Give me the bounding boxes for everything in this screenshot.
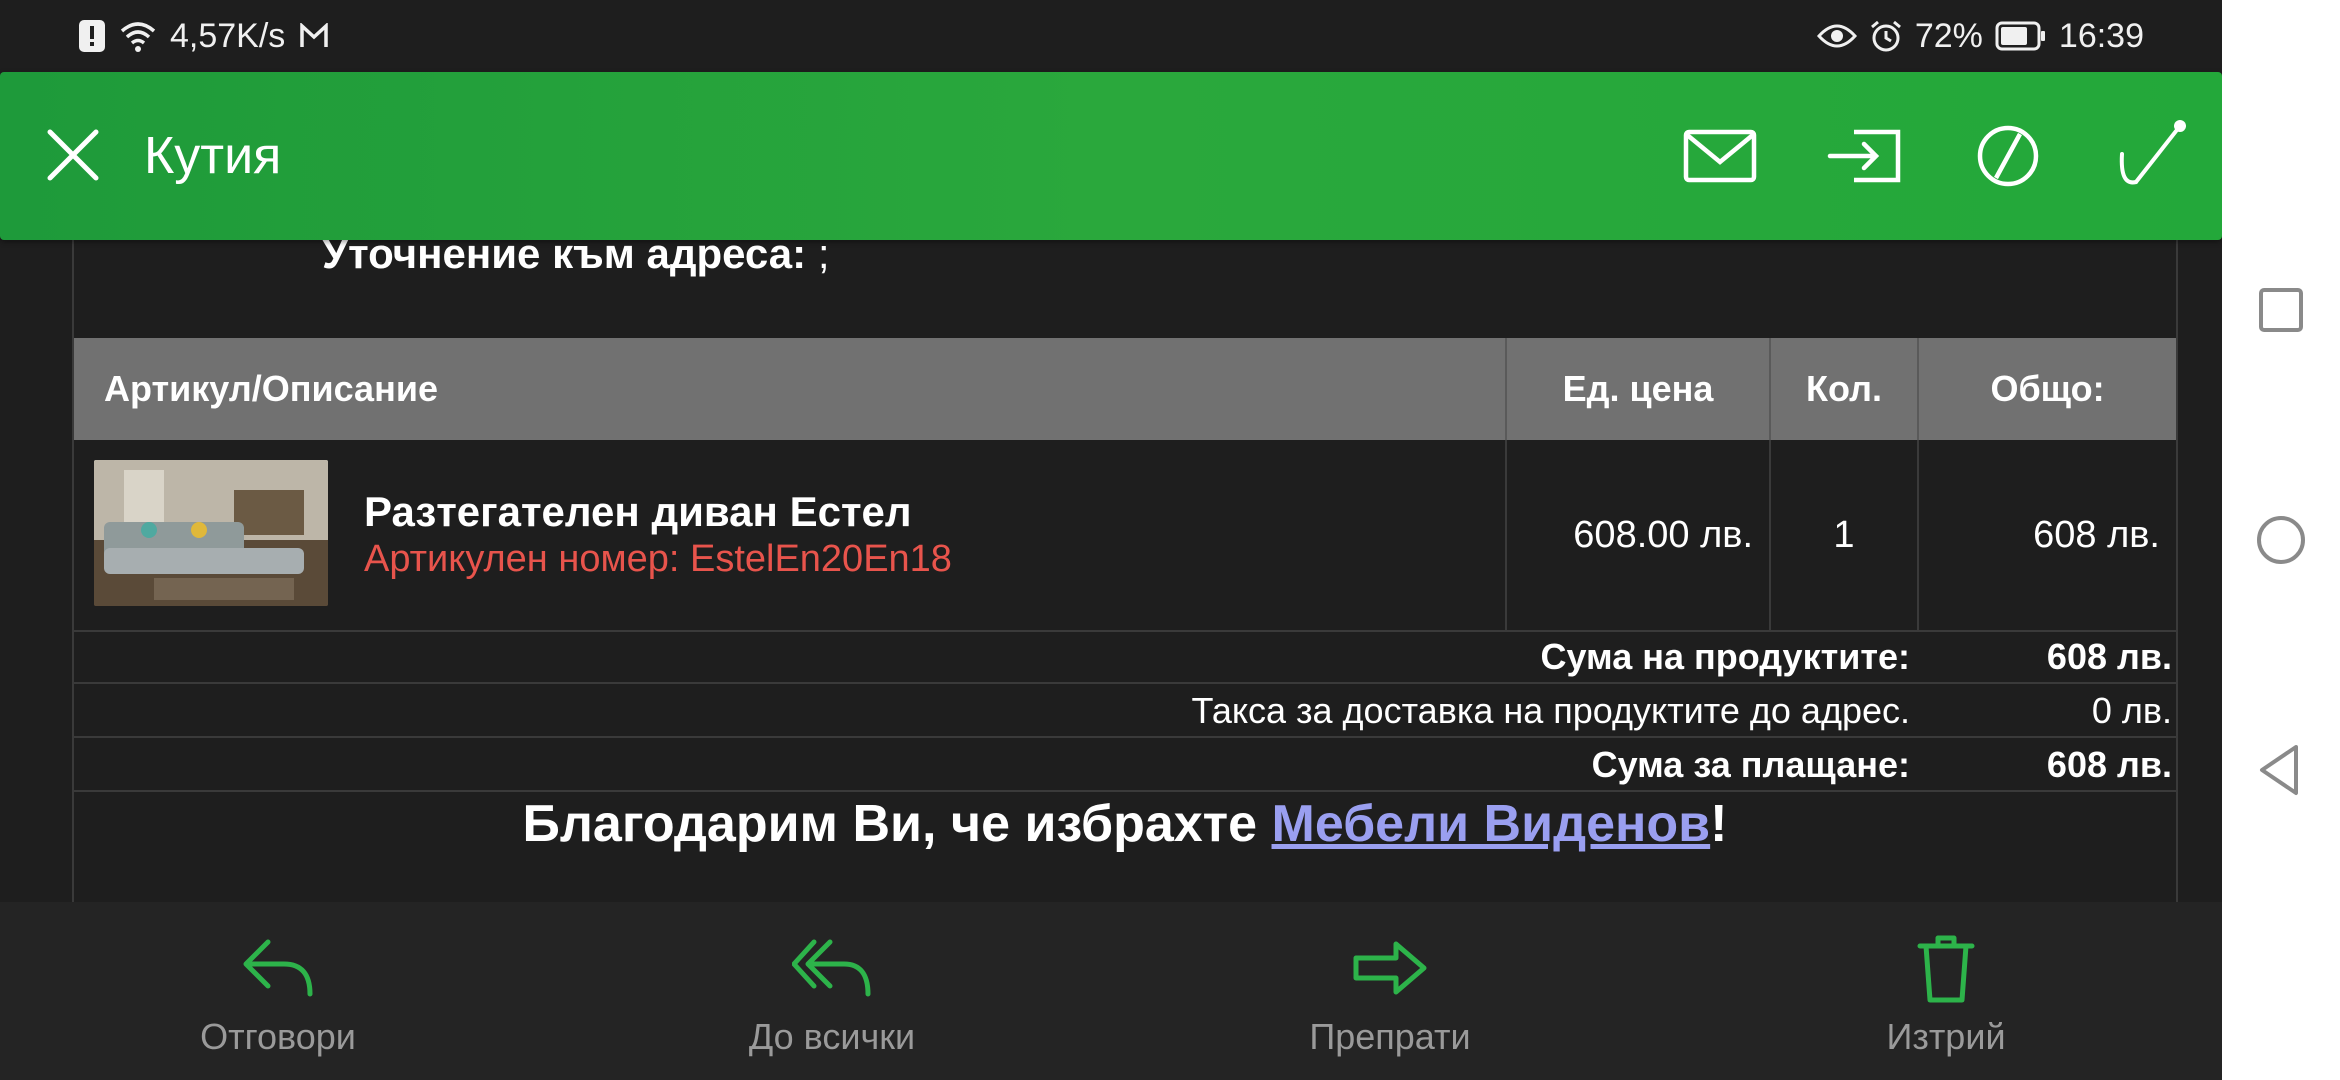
column-header-description: Артикул/Описание	[74, 338, 1507, 440]
forward-icon	[1353, 941, 1427, 995]
product-total: 608 лв.	[1918, 440, 2176, 632]
product-quantity: 1	[1770, 440, 1919, 632]
product-name: Разтегателен диван Естел	[364, 488, 912, 535]
battery-percent: 72%	[1914, 16, 1983, 55]
battery-icon	[1995, 21, 2047, 51]
products-sum-label: Сума на продуктите:	[1540, 636, 1910, 677]
column-header-total: Общо:	[1918, 338, 2176, 440]
wifi-icon	[120, 19, 156, 53]
products-sum-row: Сума на продуктите: 608 лв.	[74, 630, 2176, 684]
order-email-box: Уточнение към адреса: ; Артикул/Описание…	[72, 240, 2178, 902]
reply-all-icon	[792, 939, 871, 997]
column-header-unit-price: Ед. цена	[1506, 338, 1771, 440]
recent-apps-icon[interactable]	[2246, 275, 2316, 345]
delete-button[interactable]: Изтрий	[1816, 932, 2076, 1072]
address-note: Уточнение към адреса: ;	[322, 240, 830, 278]
status-bar: 4,57K/s 72% 16:39	[0, 0, 2222, 72]
table-row: Разтегателен диван Естел Артикулен номер…	[74, 440, 2176, 632]
product-sku: Артикулен номер: EstelEn20En18	[364, 538, 952, 580]
address-note-value: ;	[806, 240, 830, 277]
total-payment-value: 608 лв.	[2046, 744, 2172, 785]
trash-icon	[1917, 935, 1975, 1003]
flag-icon[interactable]	[2110, 116, 2190, 196]
move-icon[interactable]	[1826, 116, 1906, 196]
delivery-fee-value: 0 лв.	[2091, 690, 2172, 731]
spam-icon[interactable]	[1968, 116, 2048, 196]
reply-button[interactable]: Отговори	[148, 932, 408, 1072]
reply-all-button[interactable]: До всички	[702, 932, 962, 1072]
thanks-text: Благодарим Ви, че избрахте	[522, 795, 1272, 853]
products-sum-value: 608 лв.	[2046, 636, 2172, 677]
reply-all-label: До всички	[748, 1016, 916, 1057]
thank-you-message: Благодарим Ви, че избрахте Мебели Видено…	[74, 794, 2176, 854]
selection-toolbar: Кутия	[0, 72, 2222, 240]
clock-time: 16:39	[2058, 16, 2144, 55]
reply-icon	[243, 939, 313, 997]
delivery-fee-row: Такса за доставка на продуктите до адрес…	[74, 684, 2176, 738]
email-body[interactable]: Уточнение към адреса: ; Артикул/Описание…	[0, 240, 2222, 902]
mark-unread-icon[interactable]	[1680, 116, 1760, 196]
total-payment-row: Сума за плащане: 608 лв.	[74, 738, 2176, 792]
forward-button[interactable]: Препрати	[1260, 932, 1520, 1072]
close-icon[interactable]	[40, 122, 106, 188]
table-header-row: Артикул/Описание Ед. цена Кол. Общо:	[74, 338, 2176, 440]
reply-label: Отговори	[200, 1016, 356, 1057]
eye-comfort-icon	[1816, 22, 1857, 50]
thanks-suffix: !	[1710, 795, 1728, 853]
back-icon[interactable]	[2246, 735, 2316, 805]
alarm-icon	[1869, 19, 1903, 53]
forward-label: Препрати	[1309, 1016, 1471, 1057]
total-payment-label: Сума за плащане:	[1591, 744, 1910, 785]
bottom-action-bar: Отговори До всички Препрати Изтрий	[0, 902, 2222, 1080]
delivery-fee-label: Такса за доставка на продуктите до адрес…	[1191, 690, 1910, 731]
product-cell: Разтегателен диван Естел Артикулен номер…	[74, 440, 1507, 632]
product-thumbnail[interactable]	[94, 460, 328, 606]
network-speed: 4,57K/s	[170, 16, 286, 55]
column-header-quantity: Кол.	[1770, 338, 1919, 440]
home-icon[interactable]	[2246, 505, 2316, 575]
delete-label: Изтрий	[1886, 1016, 2006, 1057]
toolbar-title: Кутия	[144, 127, 282, 185]
store-link[interactable]: Мебели Виденов	[1272, 795, 1711, 853]
product-unit-price: 608.00 лв.	[1506, 440, 1771, 632]
order-items-table: Артикул/Описание Ед. цена Кол. Общо: Раз…	[74, 338, 2176, 632]
address-note-label: Уточнение към адреса:	[322, 240, 807, 277]
notification-alert-icon	[78, 19, 106, 53]
system-navigation-bar	[2222, 0, 2340, 1080]
gmail-icon	[299, 23, 329, 49]
